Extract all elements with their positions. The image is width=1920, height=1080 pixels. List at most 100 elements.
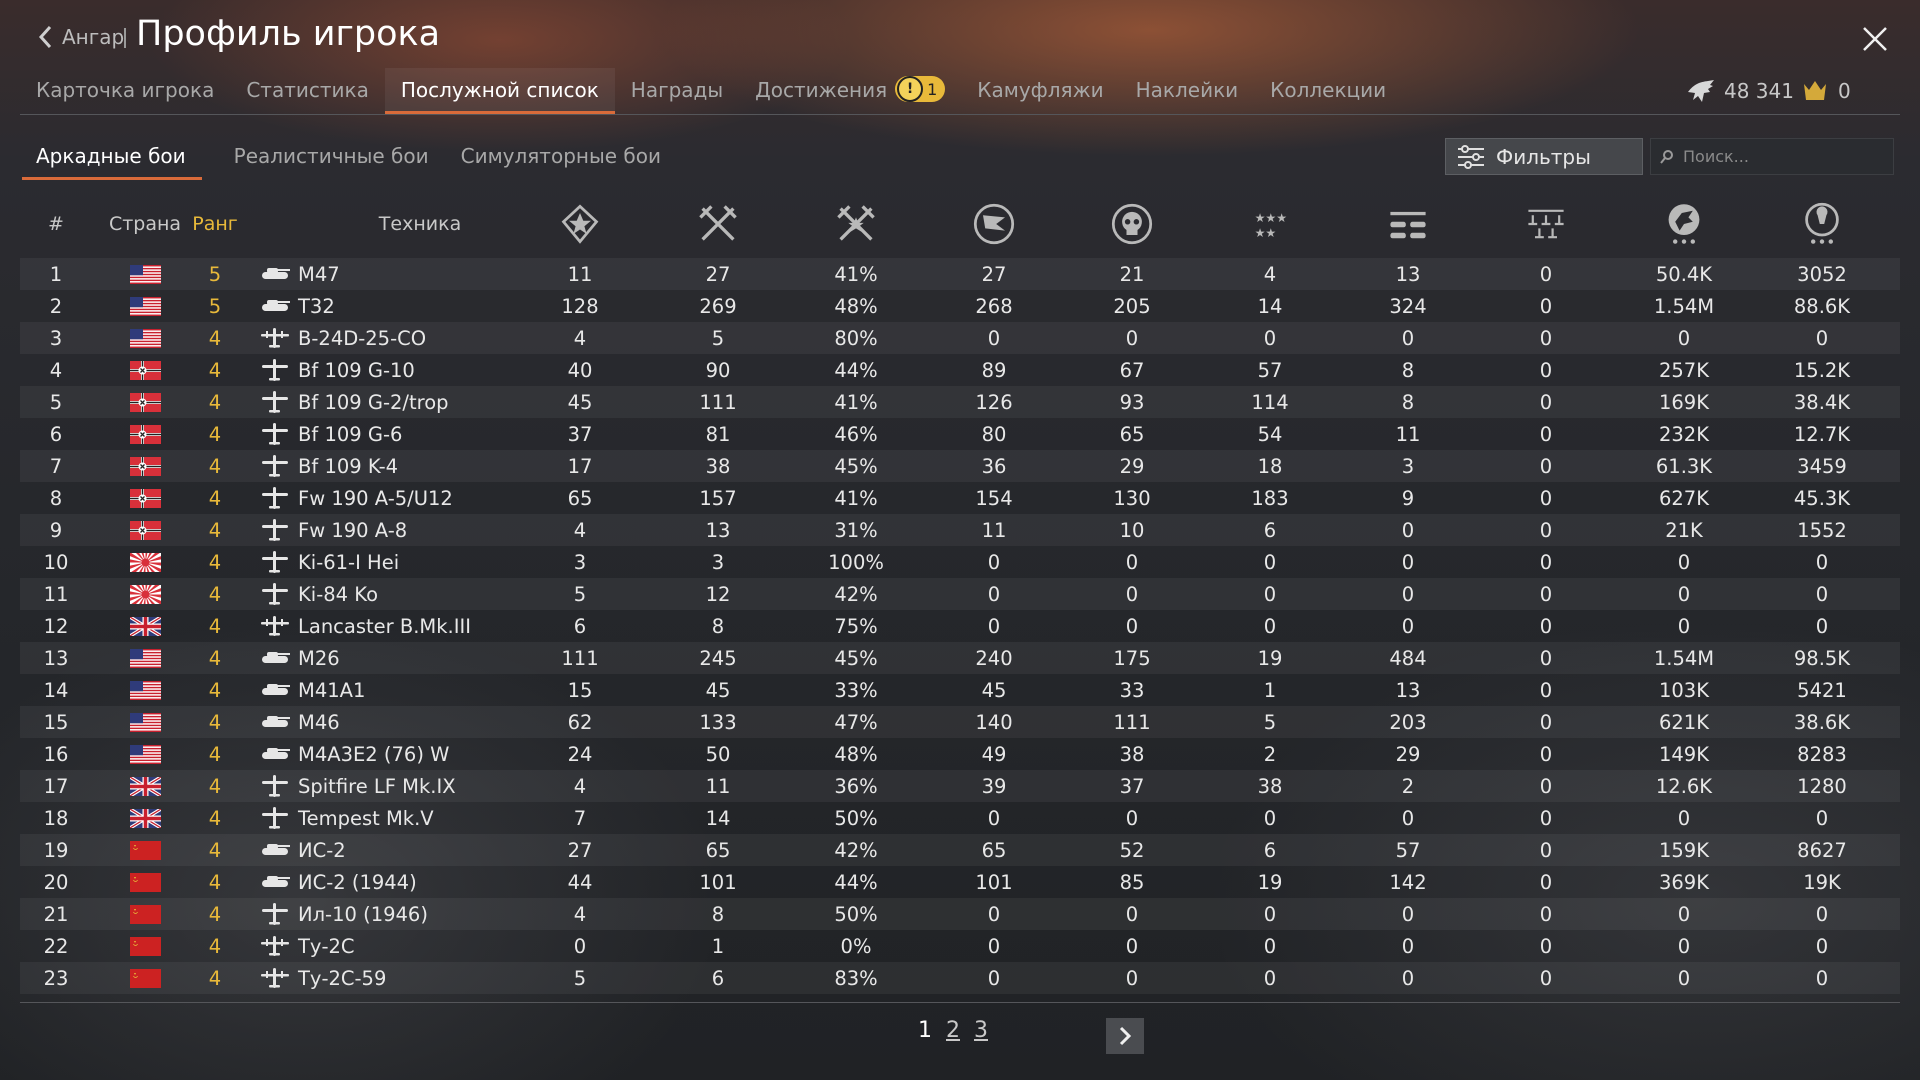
tab-awards[interactable]: Награды <box>631 68 723 114</box>
table-row[interactable]: 5 4 Bf 109 G-2/trop 45 111 41% 126 93 114 8 0 169K 3… <box>20 386 1900 418</box>
stat-silver-lions: 1552 <box>1797 518 1847 542</box>
table-row[interactable]: 18 4 Tempest Mk.V 7 14 50% 0 0 0 0 0 0 0 <box>20 802 1900 834</box>
country-flag <box>105 898 185 930</box>
rank-value: 4 <box>208 934 222 958</box>
filters-button[interactable]: Фильтры <box>1445 138 1643 175</box>
table-row[interactable]: 23 4 Ту-2С-59 5 6 83% 0 0 0 0 0 0 0 <box>20 962 1900 994</box>
stat-ground-kills: 203 <box>1389 710 1427 734</box>
page-1-button[interactable]: 1 <box>918 1018 932 1043</box>
table-row[interactable]: 20 4 ИС-2 (1944) 44 101 44% 101 85 19 142 0 369K 19K <box>20 866 1900 898</box>
stat-respawns: 0 <box>987 614 1001 638</box>
col-header-victories-swords[interactable] <box>826 196 886 252</box>
back-to-hangar-button[interactable]: Ангар <box>36 24 124 50</box>
vehicle-name: Ту-2С <box>298 934 355 958</box>
table-row[interactable]: 11 4 Ki-84 Ko 5 12 42% 0 0 0 0 0 0 0 <box>20 578 1900 610</box>
stat-silver-lions: 1280 <box>1797 774 1847 798</box>
flag-usa-icon <box>129 328 161 348</box>
stat-respawns: 154 <box>975 486 1013 510</box>
table-row[interactable]: 15 4 M46 62 133 47% 140 111 5 203 0 621K 38.6K <box>20 706 1900 738</box>
table-row[interactable]: 22 4 Ту-2С 0 1 0% 0 0 0 0 0 0 0 <box>20 930 1900 962</box>
col-header-deaths-skull[interactable] <box>1102 196 1162 252</box>
table-row[interactable]: 1 5 M47 11 27 41% 27 21 4 13 0 50.4K 3052 <box>20 258 1900 290</box>
tab-camouflages[interactable]: Камуфляжи <box>977 68 1103 114</box>
vehicle-name: Ki-84 Ko <box>298 582 378 606</box>
table-row[interactable]: 3 4 B-24D-25-CO 4 5 80% 0 0 0 0 0 0 0 <box>20 322 1900 354</box>
vehicle-name: Bf 109 G-10 <box>298 358 415 382</box>
col-header-silver-lions-bulb[interactable] <box>1792 196 1852 252</box>
tab-achievements[interactable]: Достижения ! 1 <box>755 68 946 114</box>
fighter-icon <box>262 455 288 477</box>
stat-win-rate: 83% <box>834 966 878 990</box>
stat-silver-lions: 0 <box>1815 614 1829 638</box>
table-row[interactable]: 14 4 M41A1 15 45 33% 45 33 1 13 0 103K 5421 <box>20 674 1900 706</box>
table-row[interactable]: 19 4 ИС-2 27 65 42% 65 52 6 57 0 159K 8627 <box>20 834 1900 866</box>
row-number: 7 <box>49 454 63 478</box>
col-header-naval-kills-ships[interactable] <box>1516 196 1576 252</box>
col-header-vehicle[interactable]: Техника <box>320 196 520 252</box>
search-input[interactable] <box>1681 146 1885 167</box>
country-flag <box>105 642 185 674</box>
stat-ground-kills: 484 <box>1389 646 1427 670</box>
col-header-respawns-flag[interactable] <box>964 196 1024 252</box>
col-header-battles-star[interactable] <box>550 196 610 252</box>
table-row[interactable]: 6 4 Bf 109 G-6 37 81 46% 80 65 54 11 0 232K 12.7K <box>20 418 1900 450</box>
table-row[interactable]: 12 4 Lancaster B.Mk.III 6 8 75% 0 0 0 0 0 0 0 <box>20 610 1900 642</box>
stat-ground-kills: 2 <box>1401 774 1415 798</box>
col-header-rank[interactable]: Ранг <box>180 196 250 252</box>
country-flag <box>105 834 185 866</box>
stat-air-kills: 4 <box>1263 262 1277 286</box>
stat-silver-lions: 3459 <box>1797 454 1847 478</box>
subtab-realistic[interactable]: Реалистичные бои <box>234 140 429 178</box>
stat-naval-kills: 0 <box>1539 806 1553 830</box>
tab-collections[interactable]: Коллекции <box>1270 68 1386 114</box>
row-number: 21 <box>43 902 69 926</box>
stat-air-kills: 18 <box>1257 454 1283 478</box>
svg-text:★★: ★★ <box>1255 226 1277 240</box>
stat-naval-kills: 0 <box>1539 486 1553 510</box>
stat-ground-kills: 9 <box>1401 486 1415 510</box>
flag-usa-icon <box>129 712 161 732</box>
vehicle-name: Bf 109 K-4 <box>298 454 399 478</box>
table-row[interactable]: 8 4 Fw 190 A-5/U12 65 157 41% 154 130 183 9 0 627K 4… <box>20 482 1900 514</box>
table-row[interactable]: 4 4 Bf 109 G-10 40 90 44% 89 67 57 8 0 257K 15.2K <box>20 354 1900 386</box>
stat-deaths: 175 <box>1113 646 1151 670</box>
table-row[interactable]: 13 4 M26 111 245 45% 240 175 19 484 0 1.54M 98.5K <box>20 642 1900 674</box>
vehicle-name: B-24D-25-CO <box>298 326 427 350</box>
next-page-button[interactable] <box>1106 1018 1144 1054</box>
table-row[interactable]: 10 4 Ki-61-I Hei 3 3 100% 0 0 0 0 0 0 0 <box>20 546 1900 578</box>
page-2-button[interactable]: 2 <box>946 1018 960 1043</box>
tank-icon <box>262 684 290 695</box>
stat-respawns: 140 <box>975 710 1013 734</box>
table-row[interactable]: 16 4 M4A3E2 (76) W 24 50 48% 49 38 2 29 0 149K 8283 <box>20 738 1900 770</box>
golden-eagles-balance: 48 341 <box>1686 78 1794 104</box>
row-number: 2 <box>49 294 63 318</box>
table-row[interactable]: 2 5 T32 128 269 48% 268 205 14 324 0 1.54M 88.6K <box>20 290 1900 322</box>
stat-air-kills: 5 <box>1263 710 1277 734</box>
country-flag <box>105 258 185 290</box>
col-header-number[interactable]: # <box>36 196 76 252</box>
table-row[interactable]: 9 4 Fw 190 A-8 4 13 31% 11 10 6 0 0 21K 1552 <box>20 514 1900 546</box>
page-3-button[interactable]: 3 <box>974 1018 988 1043</box>
col-header-air-kills-stars[interactable]: ★★★ ★★ <box>1240 196 1300 252</box>
fighter-icon <box>262 583 288 605</box>
tab-statistics[interactable]: Статистика <box>246 68 369 114</box>
col-header-crossed-swords[interactable] <box>688 196 748 252</box>
col-header-ground-kills-tanks[interactable] <box>1378 196 1438 252</box>
close-icon[interactable] <box>1860 24 1890 54</box>
rank-value: 4 <box>208 742 222 766</box>
filter-sliders-icon <box>1458 144 1484 169</box>
tab-service-record[interactable]: Послужной список <box>384 68 615 114</box>
stat-ground-kills: 0 <box>1401 582 1415 606</box>
stat-ground-kills: 57 <box>1395 838 1421 862</box>
tab-player-card[interactable]: Карточка игрока <box>36 68 214 114</box>
subtab-arcade[interactable]: Аркадные бои <box>22 140 202 180</box>
table-row[interactable]: 17 4 Spitfire LF Mk.IX 4 11 36% 39 37 38 2 0 12.6K 1… <box>20 770 1900 802</box>
col-header-research-points-eagle[interactable] <box>1654 196 1714 252</box>
table-row[interactable]: 21 4 Ил-10 (1946) 4 8 50% 0 0 0 0 0 0 0 <box>20 898 1900 930</box>
subtab-simulator[interactable]: Симуляторные бои <box>461 140 661 178</box>
table-row[interactable]: 7 4 Bf 109 K-4 17 38 45% 36 29 18 3 0 61.3K 3459 <box>20 450 1900 482</box>
profile-tabs: Карточка игрока Статистика Послужной спи… <box>36 68 1418 114</box>
tab-decals[interactable]: Наклейки <box>1136 68 1239 114</box>
stat-deaths: 0 <box>1125 550 1139 574</box>
vehicle-name: M46 <box>298 710 340 734</box>
